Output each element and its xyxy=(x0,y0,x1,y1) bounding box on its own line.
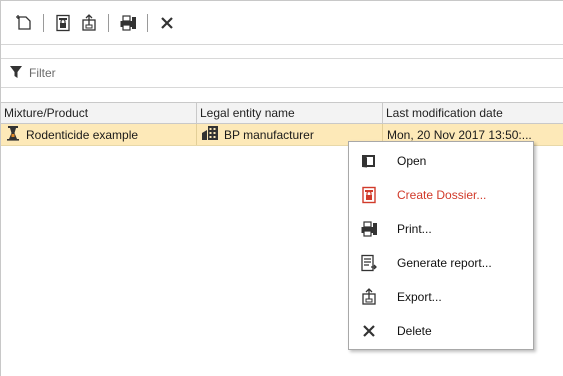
print-icon xyxy=(353,212,385,246)
column-header-legal-entity[interactable]: Legal entity name xyxy=(197,103,383,123)
building-icon xyxy=(201,125,219,144)
delete-icon xyxy=(353,314,385,348)
print-icon[interactable] xyxy=(115,10,141,36)
delete-icon[interactable] xyxy=(154,10,180,36)
menu-item-create-dossier[interactable]: Create Dossier... xyxy=(349,178,533,212)
context-menu: Open Create Dossier... Print... Generate… xyxy=(348,141,534,350)
product-name: Rodenticide example xyxy=(26,127,139,142)
toolbar-separator xyxy=(43,13,44,32)
open-icon xyxy=(353,144,385,178)
menu-item-label: Generate report... xyxy=(397,256,492,270)
export-icon[interactable] xyxy=(76,10,102,36)
create-dossier-icon xyxy=(353,178,385,212)
menu-item-label: Delete xyxy=(397,324,432,338)
menu-item-label: Export... xyxy=(397,290,442,304)
last-modified-value: Mon, 20 Nov 2017 13:50:... xyxy=(387,127,532,142)
create-dossier-icon[interactable] xyxy=(50,10,76,36)
mixture-product-icon xyxy=(5,125,21,144)
cell-product: Rodenticide example xyxy=(1,124,197,145)
menu-item-print[interactable]: Print... xyxy=(349,212,533,246)
menu-item-open[interactable]: Open xyxy=(349,144,533,178)
legal-entity-name: BP manufacturer xyxy=(224,127,314,142)
filter-bar xyxy=(1,58,563,88)
menu-item-label: Open xyxy=(397,154,427,168)
new-item-icon[interactable] xyxy=(11,10,37,36)
column-header-last-modification[interactable]: Last modification date xyxy=(383,103,563,123)
filter-input[interactable] xyxy=(29,66,429,80)
data-table: Mixture/Product Legal entity name Last m… xyxy=(1,102,563,146)
menu-item-delete[interactable]: Delete xyxy=(349,314,533,348)
menu-item-label: Create Dossier... xyxy=(397,188,487,202)
toolbar xyxy=(1,1,563,45)
menu-item-label: Print... xyxy=(397,222,432,236)
funnel-icon xyxy=(9,65,23,82)
table-header: Mixture/Product Legal entity name Last m… xyxy=(1,102,563,124)
menu-item-export[interactable]: Export... xyxy=(349,280,533,314)
toolbar-separator xyxy=(147,13,148,32)
generate-report-icon xyxy=(353,246,385,280)
export-icon xyxy=(353,280,385,314)
column-header-mixture-product[interactable]: Mixture/Product xyxy=(1,103,197,123)
toolbar-separator xyxy=(108,13,109,32)
menu-item-generate-report[interactable]: Generate report... xyxy=(349,246,533,280)
